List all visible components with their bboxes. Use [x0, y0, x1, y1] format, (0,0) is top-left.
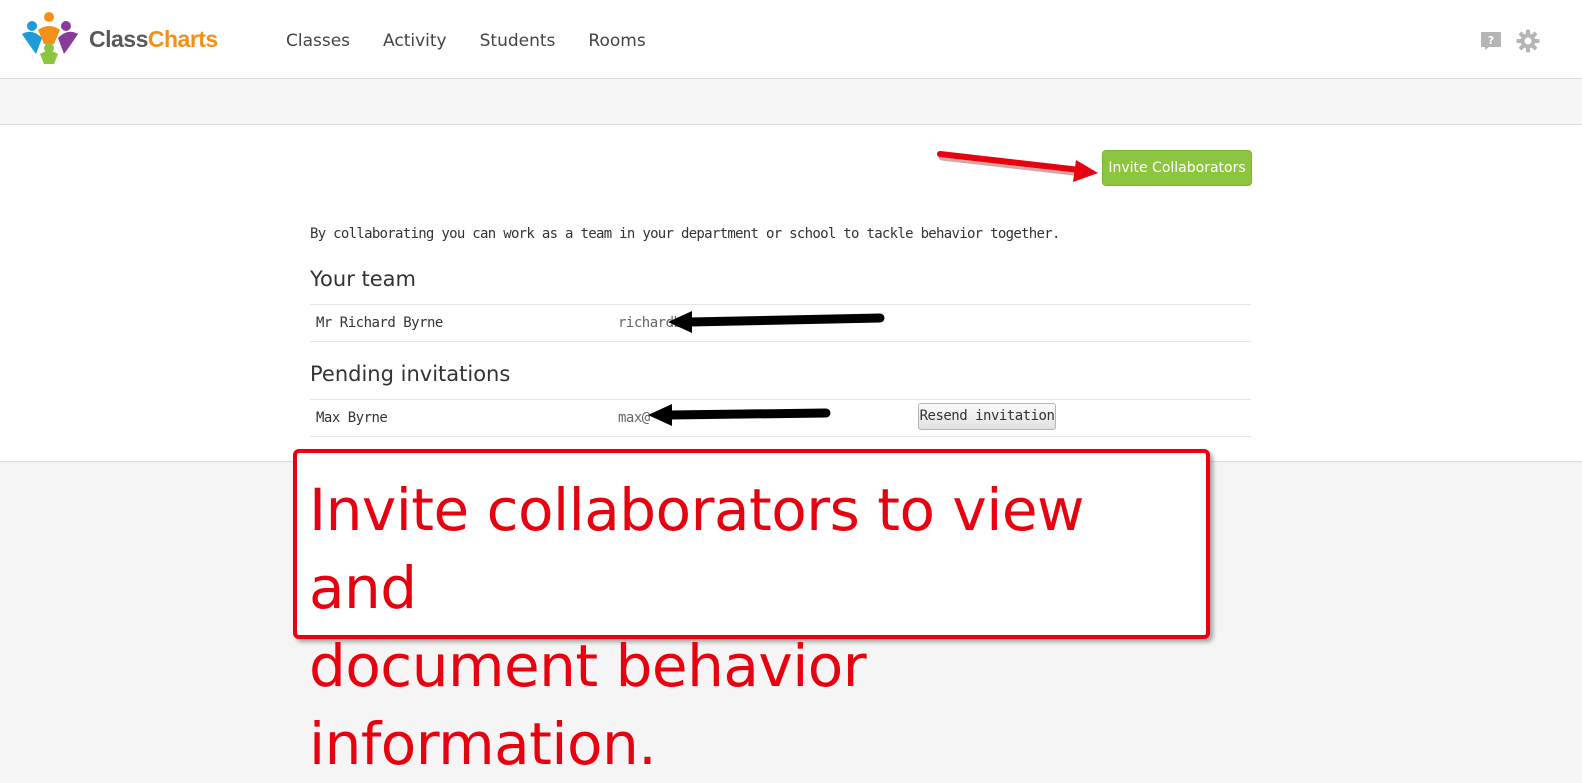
- your-team-heading: Your team: [310, 267, 416, 291]
- nav-classes[interactable]: Classes: [286, 31, 350, 51]
- logo-text-class: Class: [89, 26, 148, 52]
- classcharts-logo[interactable]: ClassCharts: [18, 8, 238, 68]
- svg-text:?: ?: [1488, 34, 1494, 47]
- top-navigation-bar: ClassCharts Classes Activity Students Ro…: [0, 0, 1582, 79]
- logo-figures-icon: [22, 12, 78, 64]
- nav-students[interactable]: Students: [480, 31, 556, 51]
- nav-rooms[interactable]: Rooms: [588, 31, 645, 51]
- annotation-line-1: Invite collaborators to view and: [309, 476, 1084, 622]
- collaboration-intro-text: By collaborating you can work as a team …: [310, 226, 1060, 242]
- member-email: richardb: [618, 315, 682, 331]
- main-nav: Classes Activity Students Rooms: [286, 31, 679, 51]
- member-name: Mr Richard Byrne: [316, 315, 443, 331]
- annotation-text: Invite collaborators to view and documen…: [309, 471, 1206, 783]
- nav-activity[interactable]: Activity: [383, 31, 447, 51]
- logo-text-charts: Charts: [147, 26, 218, 52]
- invite-collaborators-button[interactable]: Invite Collaborators: [1102, 150, 1252, 186]
- invitee-name: Max Byrne: [316, 410, 388, 426]
- annotation-callout-box: Invite collaborators to view and documen…: [293, 449, 1210, 778]
- resend-invitation-button[interactable]: Resend invitation: [918, 403, 1056, 430]
- annotation-line-2: document behavior information.: [309, 632, 867, 778]
- sub-header-bar: [0, 79, 1582, 125]
- invitee-email: max@: [618, 410, 650, 426]
- team-member-row: Mr Richard Byrne richardb: [310, 304, 1251, 342]
- help-icon[interactable]: ?: [1480, 31, 1502, 51]
- pending-invitation-row: Max Byrne max@ Resend invitation: [310, 399, 1251, 437]
- gear-icon[interactable]: [1516, 29, 1540, 53]
- pending-invitations-heading: Pending invitations: [310, 362, 511, 386]
- logo-wordmark: ClassCharts: [89, 26, 218, 53]
